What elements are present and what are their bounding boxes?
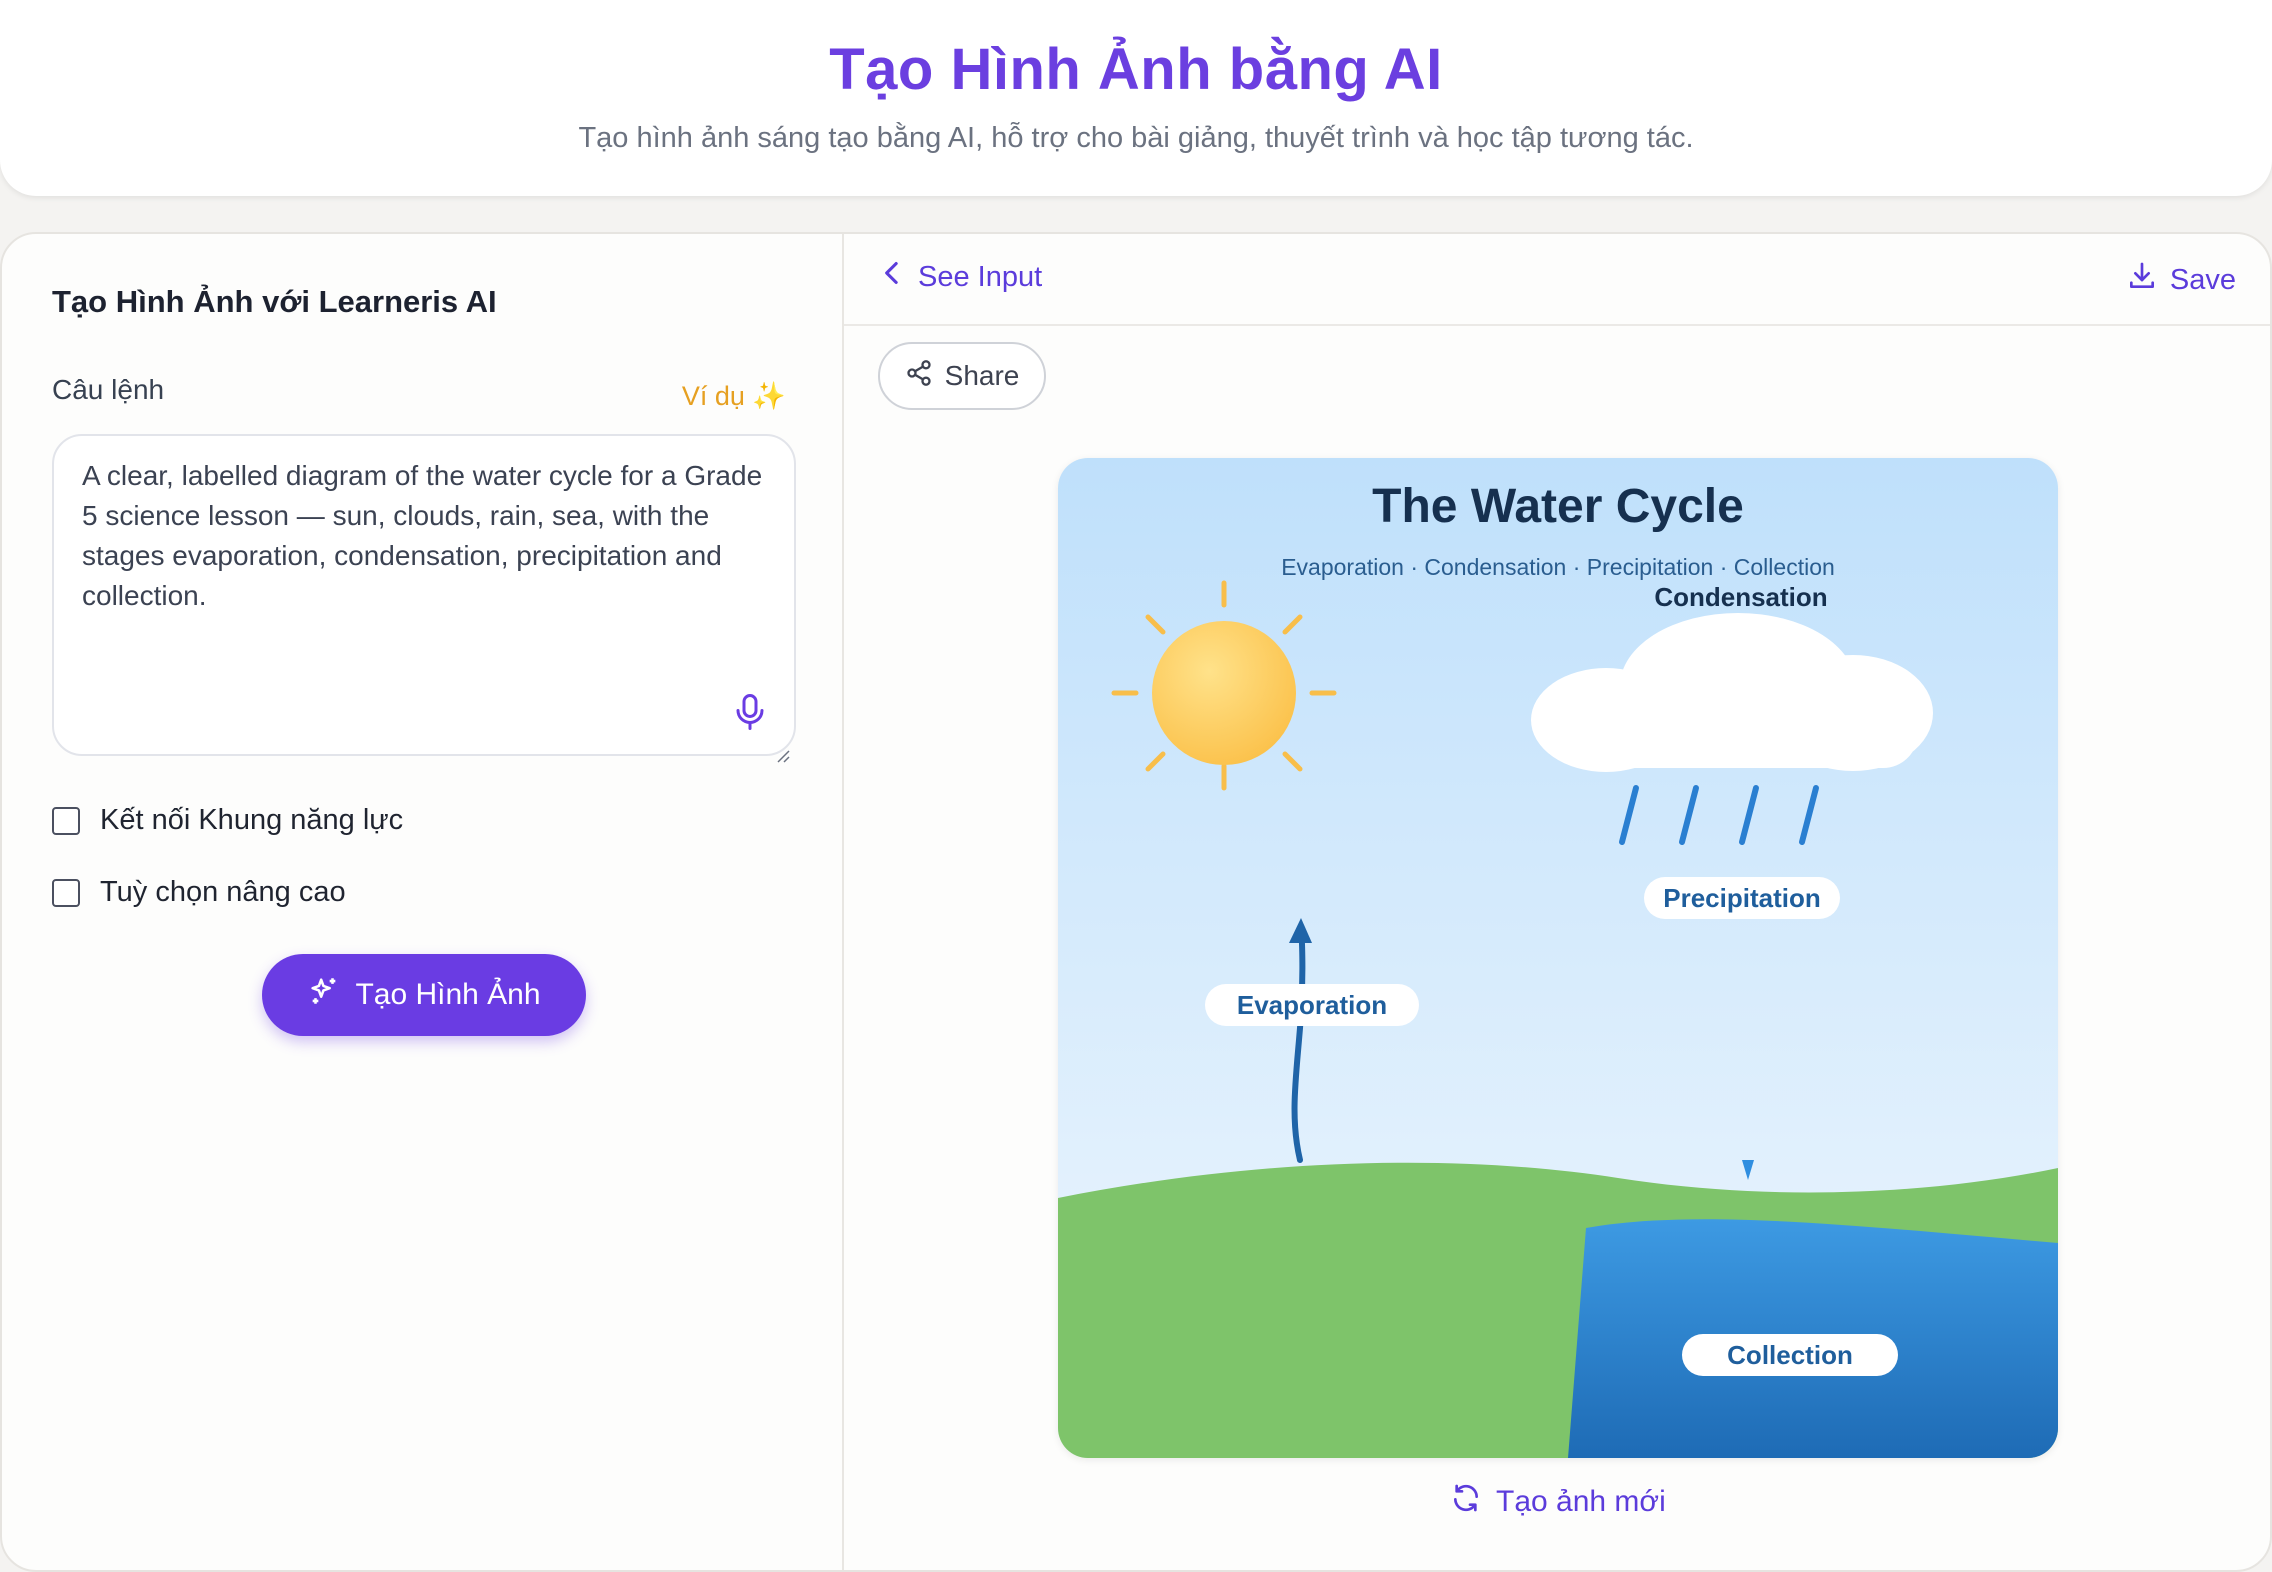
- form-panel: Tạo Hình Ảnh với Learneris AI Câu lệnh V…: [2, 234, 844, 1570]
- result-panel: See Input Save Share The Water Cycle Eva…: [844, 234, 2270, 1570]
- advanced-label: Tuỳ chọn nâng cao: [100, 876, 346, 908]
- main-card: Tạo Hình Ảnh với Learneris AI Câu lệnh V…: [0, 232, 2272, 1572]
- page-title: Tạo Hình Ảnh bằng AI: [829, 37, 1443, 102]
- download-icon: [2126, 260, 2158, 300]
- regenerate-button[interactable]: Tạo ảnh mới: [1450, 1482, 1666, 1522]
- competency-checkbox[interactable]: [52, 806, 80, 835]
- advanced-checkbox-row[interactable]: Tuỳ chọn nâng cao: [52, 876, 346, 909]
- regenerate-label: Tạo ảnh mới: [1496, 1485, 1666, 1518]
- page-subtitle: Tạo hình ảnh sáng tạo bằng AI, hỗ trợ ch…: [578, 122, 1694, 154]
- resize-grip-icon[interactable]: [774, 734, 790, 763]
- refresh-icon: [1450, 1482, 1482, 1522]
- prompt-label: Câu lệnh: [52, 374, 165, 405]
- share-label: Share: [944, 360, 1020, 391]
- chevron-left-icon: [882, 260, 904, 294]
- water-cycle-illustration: The Water Cycle Evaporation · Condensati…: [1058, 458, 2058, 1458]
- label-condensation: Condensation: [1654, 582, 1827, 612]
- label-collection: Collection: [1727, 1340, 1853, 1370]
- form-title: Tạo Hình Ảnh với Learneris AI: [52, 284, 497, 319]
- microphone-icon[interactable]: [732, 692, 768, 732]
- share-button[interactable]: Share: [878, 342, 1046, 410]
- see-input-label: See Input: [918, 260, 1043, 293]
- see-input-button[interactable]: See Input: [882, 260, 1042, 294]
- diagram-title: The Water Cycle: [1372, 480, 1744, 533]
- example-link[interactable]: Ví dụ ✨: [682, 380, 786, 412]
- prompt-input[interactable]: A clear, labelled diagram of the water c…: [52, 434, 796, 763]
- sparkles-icon: [307, 974, 341, 1016]
- advanced-checkbox[interactable]: [52, 878, 80, 907]
- label-evaporation: Evaporation: [1237, 990, 1387, 1020]
- generated-image: The Water Cycle Evaporation · Condensati…: [1058, 458, 2058, 1458]
- prompt-text: A clear, labelled diagram of the water c…: [82, 460, 763, 611]
- generate-image-label: Tạo Hình Ảnh: [355, 978, 541, 1011]
- label-precipitation: Precipitation: [1663, 883, 1820, 913]
- share-icon: [905, 359, 933, 394]
- result-toolbar: See Input Save: [844, 234, 2270, 326]
- competency-label: Kết nối Khung năng lực: [100, 804, 404, 836]
- save-button[interactable]: Save: [2126, 260, 2236, 300]
- save-label: Save: [2169, 263, 2236, 296]
- generate-image-button[interactable]: Tạo Hình Ảnh: [262, 954, 586, 1036]
- diagram-subtitle: Evaporation · Condensation · Precipitati…: [1281, 554, 1835, 580]
- page-header: Tạo Hình Ảnh bằng AI Tạo hình ảnh sáng t…: [0, 0, 2272, 196]
- competency-checkbox-row[interactable]: Kết nối Khung năng lực: [52, 804, 403, 837]
